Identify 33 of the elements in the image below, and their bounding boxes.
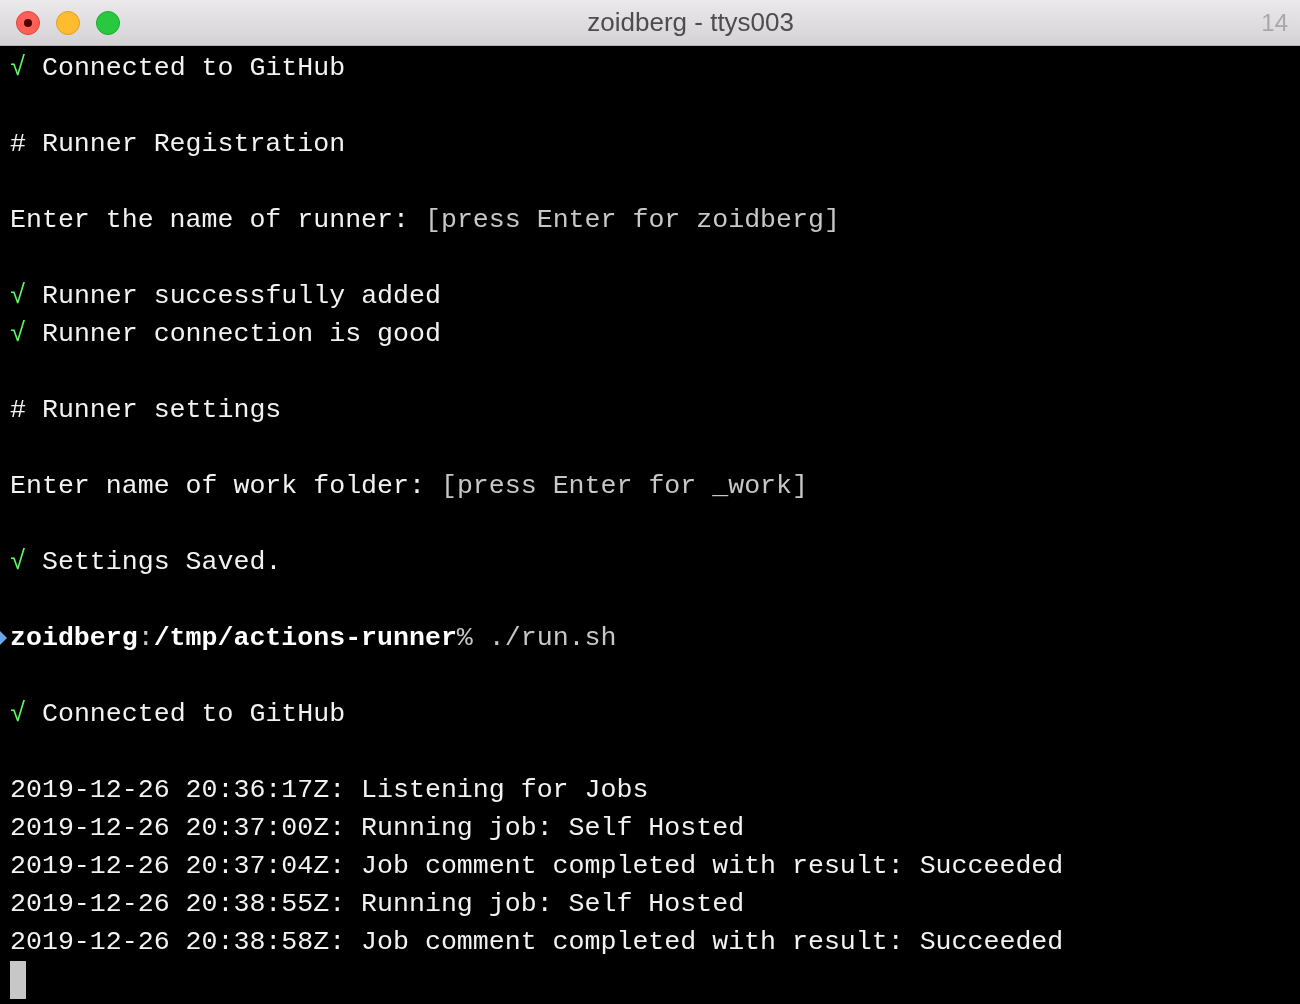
prompt-host: zoidberg: [10, 622, 138, 655]
prompt-sign: %: [456, 622, 473, 655]
output-text: # Runner Registration: [10, 128, 346, 161]
output-text: 2019-12-26 20:37:00Z: Running job: Self Hosted: [10, 812, 745, 845]
output-text: Connected to GitHub: [41, 52, 346, 85]
check-mark: √: [10, 698, 26, 731]
output-text: 2019-12-26 20:38:58Z: Job comment completed with result: Succeeded: [10, 926, 1064, 959]
output-text: Runner successfully added: [41, 280, 441, 313]
output-text: 2019-12-26 20:36:17Z: Listening for Jobs: [10, 774, 649, 807]
zoom-button[interactable]: [96, 10, 120, 35]
check-mark: √: [10, 546, 26, 579]
output-text: 2019-12-26 20:37:04Z: Job comment completed with result: Succeeded: [10, 850, 1064, 883]
tab-count: 14: [1261, 7, 1289, 38]
prompt-path: /tmp/actions-runner: [153, 622, 457, 655]
check-mark: √: [10, 52, 26, 85]
output-text: 2019-12-26 20:38:55Z: Running job: Self Hosted: [10, 888, 745, 921]
output-text: # Runner settings: [10, 394, 282, 427]
close-button[interactable]: [16, 10, 40, 35]
prompt-separator: :: [137, 622, 154, 655]
default-hint: [press Enter for _work]: [440, 470, 808, 503]
check-mark: √: [10, 280, 26, 313]
default-hint: [press Enter for zoidberg]: [425, 204, 840, 237]
output-text: Enter the name of runner:: [10, 204, 409, 237]
output-text: Runner connection is good: [41, 318, 441, 351]
output-text: Connected to GitHub: [41, 698, 346, 731]
output-text: Settings Saved.: [41, 546, 282, 579]
prompt-marker-icon: [0, 631, 7, 645]
text-cursor: [10, 961, 26, 999]
output-text: Enter name of work folder:: [10, 470, 425, 503]
minimize-button[interactable]: [56, 10, 80, 35]
window-title: zoidberg - ttys003: [587, 6, 794, 39]
check-mark: √: [10, 318, 26, 351]
command-text: ./run.sh: [488, 622, 617, 655]
